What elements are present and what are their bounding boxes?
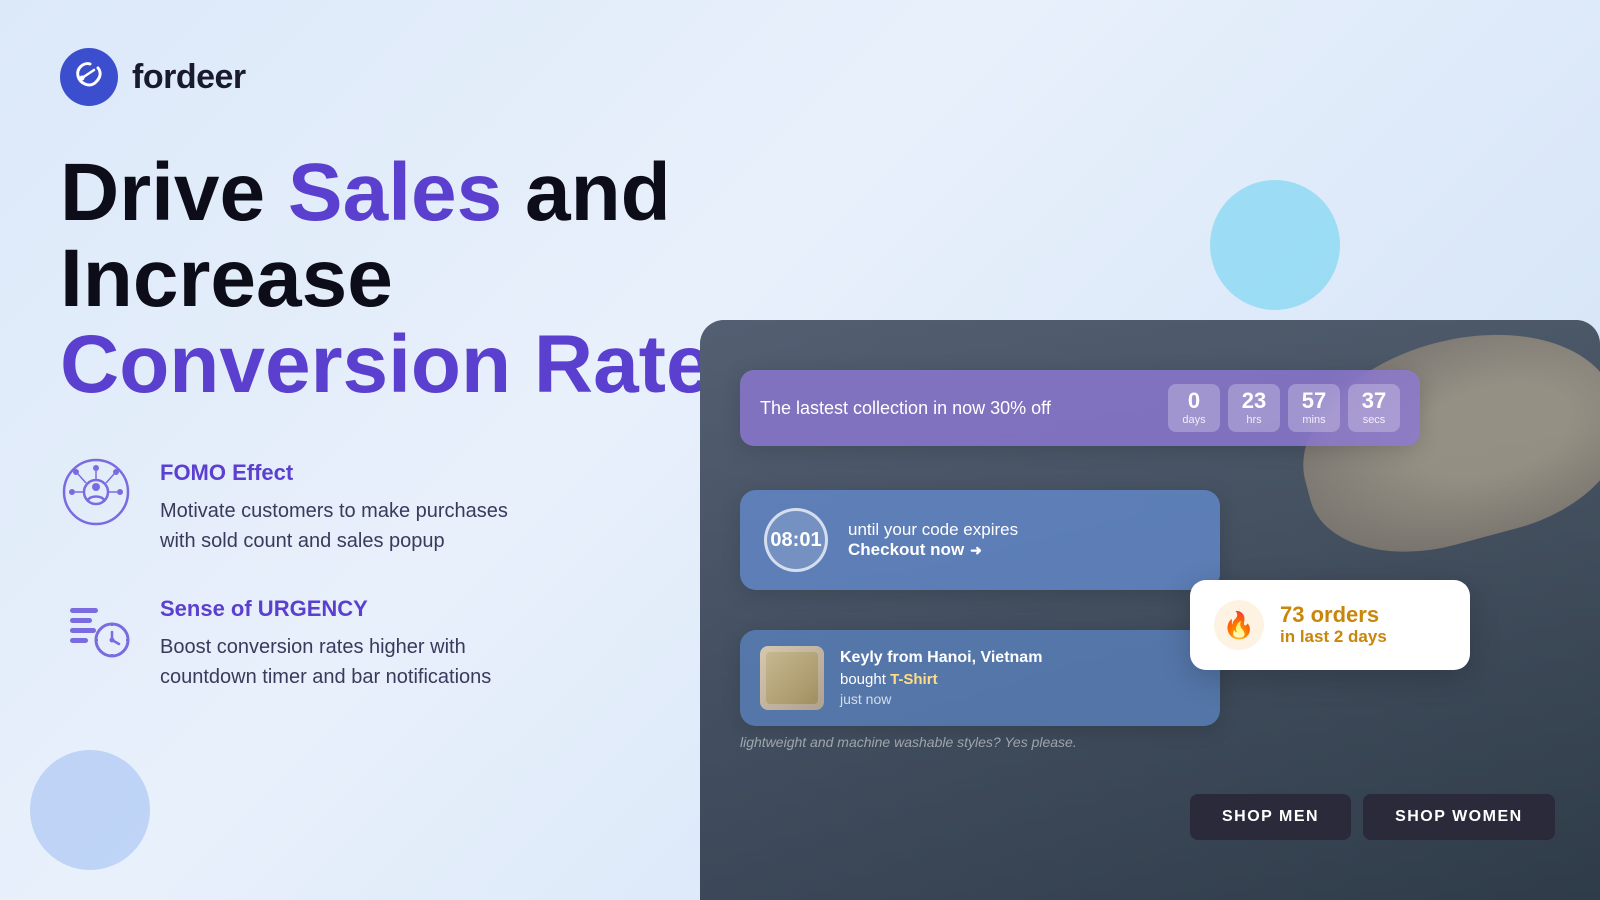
product-name: T-Shirt <box>890 671 938 688</box>
countdown-bar-widget: The lastest collection in now 30% off 0 … <box>740 370 1420 446</box>
purchase-notification-widget: Keyly from Hanoi, Vietnam bought T-Shirt… <box>740 630 1220 726</box>
hero-line1-purple: Sales <box>288 147 502 238</box>
timer-circle: 08:01 <box>764 508 828 572</box>
buyer-name: Keyly from Hanoi, Vietnam <box>840 649 1042 667</box>
fomo-icon <box>62 458 130 526</box>
product-thumbnail <box>760 646 824 710</box>
feature-fomo-row: FOMO Effect Motivate customers to make p… <box>60 456 720 556</box>
urgency-feature-text: Sense of URGENCY Boost conversion rates … <box>160 592 491 692</box>
logo-row: fordeer <box>60 48 720 106</box>
orders-text: 73 orders in last 2 days <box>1280 603 1387 647</box>
fomo-desc: Motivate customers to make purchases wit… <box>160 496 508 556</box>
orders-badge-widget: 🔥 73 orders in last 2 days <box>1190 580 1470 670</box>
checkout-link[interactable]: Checkout now ➜ <box>848 540 1018 560</box>
fire-icon-wrap: 🔥 <box>1214 600 1264 650</box>
feature-urgency-row: Sense of URGENCY Boost conversion rates … <box>60 592 720 692</box>
fomo-icon-wrap <box>60 456 132 528</box>
urgency-icon-wrap <box>60 592 132 664</box>
countdown-days: 0 days <box>1168 384 1220 432</box>
fordeer-logo-icon <box>60 48 118 106</box>
shop-men-button[interactable]: SHOP MEN <box>1190 794 1351 840</box>
timer-text: until your code expires Checkout now ➜ <box>848 520 1018 560</box>
urgency-icon <box>62 594 130 662</box>
shop-women-button[interactable]: SHOP WOMEN <box>1363 794 1555 840</box>
product-thumb-inner <box>766 652 818 704</box>
fire-icon: 🔥 <box>1223 610 1255 641</box>
purchase-time: just now <box>840 691 1042 707</box>
checkout-arrow-icon: ➜ <box>970 542 982 559</box>
orders-count: 73 orders <box>1280 603 1387 627</box>
left-panel: fordeer Drive Sales and Increase Convers… <box>0 0 780 900</box>
brand-name: fordeer <box>132 58 246 97</box>
urgency-desc: Boost conversion rates higher with count… <box>160 632 491 692</box>
hero-line2-purple: Conversion Rate <box>60 319 712 410</box>
countdown-secs: 37 secs <box>1348 384 1400 432</box>
right-panel: The lastest collection in now 30% off 0 … <box>700 0 1600 900</box>
fomo-feature-text: FOMO Effect Motivate customers to make p… <box>160 456 508 556</box>
countdown-hrs: 23 hrs <box>1228 384 1280 432</box>
bg-overlay-text: lightweight and machine washable styles?… <box>740 734 1600 750</box>
countdown-label: The lastest collection in now 30% off <box>760 398 1168 419</box>
notification-text: Keyly from Hanoi, Vietnam bought T-Shirt… <box>840 649 1042 707</box>
shop-buttons-row: SHOP MEN SHOP WOMEN <box>1190 794 1555 840</box>
purchase-action: bought T-Shirt <box>840 671 1042 688</box>
hero-heading: Drive Sales and Increase Conversion Rate <box>60 150 720 408</box>
urgency-title: Sense of URGENCY <box>160 596 491 622</box>
timer-popup-widget: 08:01 until your code expires Checkout n… <box>740 490 1220 590</box>
countdown-mins: 57 mins <box>1288 384 1340 432</box>
orders-subtext: in last 2 days <box>1280 627 1387 647</box>
countdown-units: 0 days 23 hrs 57 mins 37 secs <box>1168 384 1400 432</box>
fomo-title: FOMO Effect <box>160 460 508 486</box>
hero-line1-black: Drive <box>60 147 288 238</box>
